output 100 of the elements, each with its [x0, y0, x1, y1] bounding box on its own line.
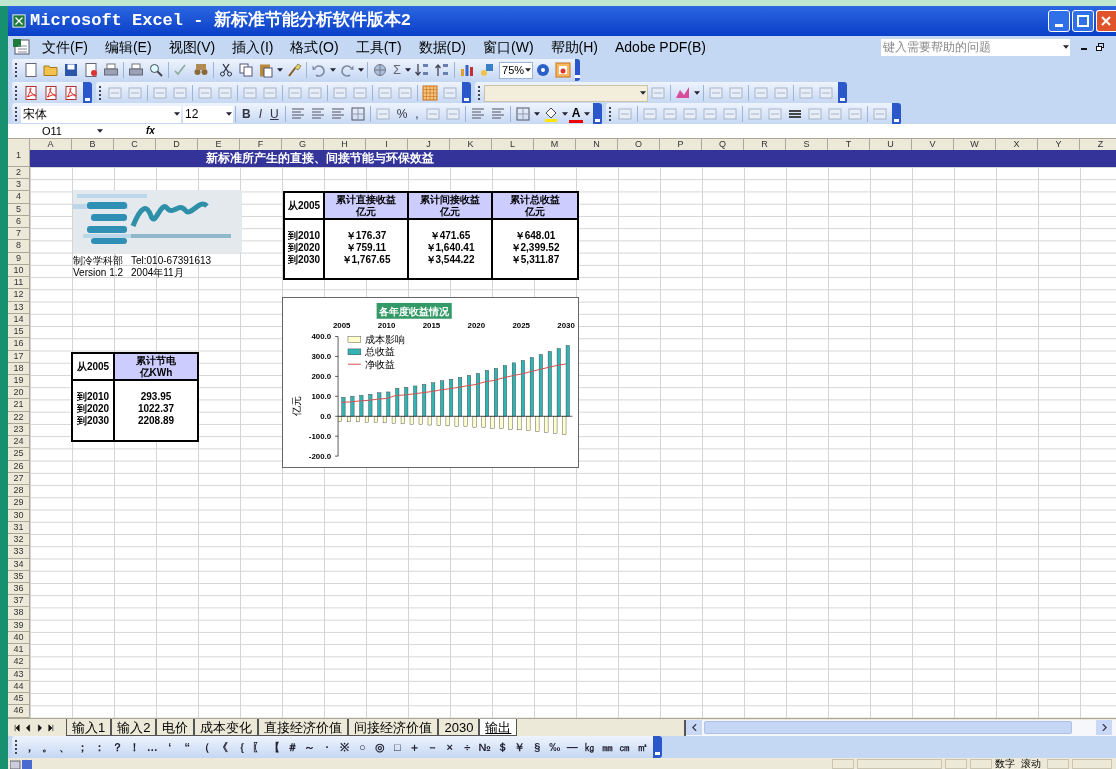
symbol-button[interactable]: ～	[301, 738, 319, 756]
percent-button[interactable]: %	[392, 105, 412, 123]
toolbar-options-button[interactable]	[892, 103, 902, 125]
row-header[interactable]: 23	[8, 423, 29, 437]
row-header[interactable]: 4	[8, 191, 29, 204]
symbol-button[interactable]: □	[388, 738, 406, 756]
brush-icon[interactable]	[286, 62, 302, 78]
row-header[interactable]: 20	[8, 387, 29, 400]
italic-button[interactable]: I	[254, 105, 266, 123]
symbol-button[interactable]: －	[423, 738, 441, 756]
row-header[interactable]: 15	[8, 326, 29, 339]
row-header[interactable]: 6	[8, 215, 29, 229]
symbol-button[interactable]: ：	[91, 738, 109, 756]
close-button[interactable]	[1096, 10, 1116, 32]
row-header[interactable]: 33	[8, 546, 29, 559]
align-right-icon[interactable]	[329, 106, 346, 122]
grip-handle[interactable]	[15, 63, 18, 77]
shapes-icon[interactable]	[479, 62, 496, 78]
menu-item[interactable]: 视图(V)	[168, 36, 216, 58]
sheet-tab[interactable]: 输入1	[66, 719, 112, 736]
row-header[interactable]: 8	[8, 240, 29, 253]
symbol-button[interactable]: ；	[73, 738, 91, 756]
caret-icon[interactable]	[405, 68, 412, 72]
row-header[interactable]: 25	[8, 448, 29, 461]
symbol-button[interactable]: ？	[108, 738, 126, 756]
scroll-left-button[interactable]	[686, 720, 702, 735]
symbol-button[interactable]: …	[143, 738, 161, 756]
symbol-button[interactable]: 。	[38, 738, 56, 756]
symbol-button[interactable]: 〖	[248, 738, 266, 756]
symbol-button[interactable]: “	[178, 738, 196, 756]
row-header[interactable]: 40	[8, 631, 29, 645]
dropdown-field[interactable]	[484, 84, 648, 102]
caret-icon[interactable]	[584, 112, 591, 116]
row-header[interactable]: 35	[8, 570, 29, 583]
row-header[interactable]: 39	[8, 619, 29, 632]
sheet-tab[interactable]: 输入2	[111, 719, 157, 736]
indent-icon[interactable]	[489, 106, 506, 122]
row-header[interactable]: 38	[8, 607, 29, 620]
minimize-button[interactable]	[1048, 10, 1070, 32]
caret-icon[interactable]	[97, 129, 103, 133]
symbol-button[interactable]: ＃	[283, 738, 301, 756]
caret-icon[interactable]	[358, 68, 364, 72]
menu-item[interactable]: 工具(T)	[355, 36, 402, 58]
help-search-field[interactable]: 键入需要帮助的问题	[881, 38, 1070, 56]
symbol-button[interactable]: ‰	[546, 738, 564, 756]
grip-handle[interactable]	[15, 107, 18, 121]
sheet-tab[interactable]: 间接经济价值	[348, 719, 439, 736]
toolbar-options-button[interactable]	[838, 82, 847, 104]
workbook-icon[interactable]	[12, 38, 32, 56]
caret-icon[interactable]	[640, 91, 646, 95]
menu-item[interactable]: 编辑(E)	[104, 36, 152, 58]
symbol-button[interactable]: ○	[353, 738, 371, 756]
toolbar-options-button[interactable]	[575, 59, 581, 81]
maximize-button[interactable]	[1072, 10, 1094, 32]
symbol-button[interactable]: ，	[21, 738, 39, 756]
symbol-button[interactable]: №	[476, 738, 494, 756]
row-header[interactable]: 45	[8, 693, 29, 706]
globe-icon[interactable]	[372, 62, 388, 78]
sort-descending-icon[interactable]	[434, 62, 451, 78]
toolbar-options-button[interactable]	[462, 82, 471, 104]
menu-item[interactable]: Adobe PDF(B)	[615, 36, 707, 58]
underline-button[interactable]: U	[266, 105, 283, 123]
symbol-button[interactable]: §	[528, 738, 546, 756]
row-header[interactable]: 3	[8, 179, 29, 192]
symbol-button[interactable]: ＋	[406, 738, 424, 756]
sheet-tab[interactable]: 输出	[479, 719, 518, 736]
grip-handle[interactable]	[478, 86, 481, 100]
symbol-button[interactable]: ·	[318, 738, 336, 756]
row-header[interactable]: 5	[8, 203, 29, 216]
scrollbar-thumb[interactable]	[704, 721, 1072, 734]
row-header[interactable]: 7	[8, 228, 29, 241]
caret-icon[interactable]	[330, 68, 336, 72]
symbol-button[interactable]: ◎	[371, 738, 389, 756]
save-icon[interactable]	[63, 62, 79, 78]
sheet-tab[interactable]: 电价	[156, 719, 195, 736]
symbol-button[interactable]: ÷	[458, 738, 476, 756]
row-header[interactable]: 31	[8, 521, 29, 535]
row-header[interactable]: 12	[8, 289, 29, 302]
previous-sheet-icon[interactable]	[24, 723, 32, 732]
row-header[interactable]: 28	[8, 485, 29, 498]
pdf-icon[interactable]	[23, 85, 39, 101]
toolbar-options-button[interactable]	[593, 103, 603, 125]
indent-icon[interactable]	[469, 106, 486, 122]
menu-item[interactable]: 窗口(W)	[483, 36, 534, 58]
symbol-button[interactable]: 《	[213, 738, 231, 756]
caret-icon[interactable]	[226, 112, 232, 116]
symbol-button[interactable]: ＄	[493, 738, 511, 756]
symbol-button[interactable]: 【	[266, 738, 284, 756]
print-preview-icon[interactable]	[148, 62, 164, 78]
row-header[interactable]: 44	[8, 680, 29, 694]
pdf-icon[interactable]	[63, 85, 79, 101]
sheet-tab[interactable]: 直接经济价值	[258, 719, 349, 736]
printer-icon[interactable]	[103, 62, 119, 78]
symbol-button[interactable]: ㎏	[581, 738, 599, 756]
symbol-button[interactable]: ￥	[511, 738, 529, 756]
comma-button[interactable]: ,	[411, 105, 423, 123]
row-header[interactable]: 9	[8, 252, 29, 265]
row-header[interactable]: 34	[8, 558, 29, 571]
row-header[interactable]: 18	[8, 362, 29, 375]
help-icon[interactable]	[535, 62, 552, 78]
